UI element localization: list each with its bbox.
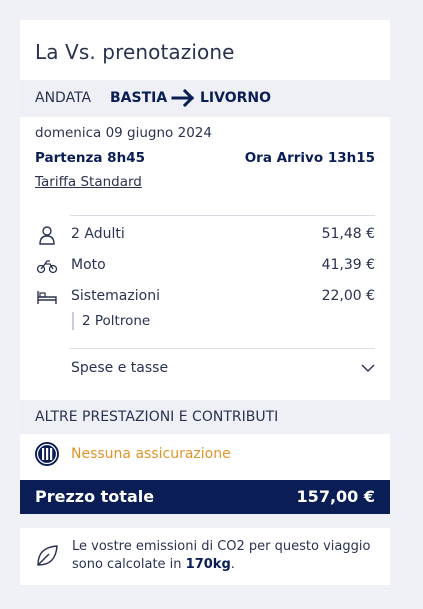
line-item-passengers: 2 Adulti 51,48 € [20, 224, 390, 246]
accommodation-detail: 2 Poltrone [72, 312, 150, 330]
person-icon [39, 226, 55, 245]
travel-date: domenica 09 giugno 2024 [35, 125, 212, 141]
arrow-right-icon [171, 88, 195, 108]
page-title: La Vs. prenotazione [35, 40, 235, 64]
co2-amount: 170kg [185, 557, 231, 572]
motorcycle-icon [36, 260, 58, 274]
route-bar: ANDATA BASTIA LIVORNO [20, 80, 390, 117]
leaf-icon [37, 545, 58, 566]
co2-text-end: . [230, 557, 235, 572]
insurance-status: Nessuna assicurazione [71, 446, 231, 462]
arrival-time: Ora Arrivo 13h15 [244, 150, 375, 166]
origin-port: BASTIA [110, 90, 168, 106]
booking-summary-card: La Vs. prenotazione ANDATA BASTIA LIVORN… [20, 20, 390, 514]
fare-link[interactable]: Tariffa Standard [35, 174, 142, 190]
direction-label: ANDATA [35, 90, 92, 106]
departure-time: Partenza 8h45 [35, 150, 145, 166]
bed-icon [37, 291, 57, 304]
chevron-down-icon[interactable] [361, 362, 375, 374]
line-item-label: Moto [71, 257, 106, 273]
line-item-accommodation: Sistemazioni 22,00 € [20, 286, 390, 308]
co2-info-card: Le vostre emissioni di CO2 per questo vi… [20, 528, 390, 585]
extras-header-label: ALTRE PRESTAZIONI E CONTRIBUTI [35, 409, 279, 425]
divider [70, 348, 375, 349]
line-item-price: 41,39 € [321, 257, 375, 273]
total-value: 157,00 € [296, 487, 375, 506]
total-bar: Prezzo totale 157,00 € [20, 480, 390, 514]
line-item-label: Sistemazioni [71, 288, 160, 304]
extras-header: ALTRE PRESTAZIONI E CONTRIBUTI [20, 400, 390, 434]
line-item-price: 22,00 € [321, 288, 375, 304]
line-item-vehicle: Moto 41,39 € [20, 255, 390, 277]
co2-message: Le vostre emissioni di CO2 per questo vi… [72, 538, 372, 574]
destination-port: LIVORNO [200, 90, 272, 106]
total-label: Prezzo totale [35, 487, 155, 506]
divider [70, 215, 375, 216]
insurance-logo-icon [35, 442, 59, 466]
fees-toggle-label[interactable]: Spese e tasse [71, 360, 168, 376]
line-item-label: 2 Adulti [71, 226, 125, 242]
line-item-price: 51,48 € [321, 226, 375, 242]
